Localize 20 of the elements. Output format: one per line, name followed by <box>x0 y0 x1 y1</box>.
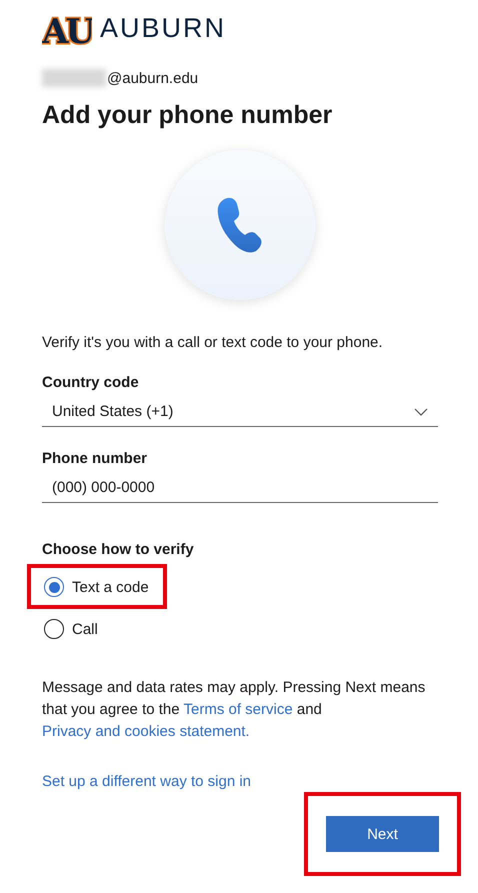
radio-option[interactable]: Call <box>44 619 163 639</box>
terms-notice: Message and data rates may apply. Pressing Next means that you agree to the Terms of service and Privacy and cookies statement. <box>42 678 426 742</box>
field-label: Choose how to verify <box>42 541 195 558</box>
phone-number-field[interactable]: (000) 000-0000 <box>42 473 438 503</box>
next-button[interactable]: Next <box>326 816 439 852</box>
alternate-sign-in-link[interactable]: Set up a different way to sign in <box>42 773 252 790</box>
logo-wordmark: AUBURN <box>100 12 226 44</box>
phone-icon <box>217 196 263 254</box>
field-label: Phone number <box>42 450 148 467</box>
field-label: Country code <box>42 374 140 391</box>
terms-link[interactable]: Terms of service <box>184 701 293 718</box>
chevron-down-icon <box>414 408 428 416</box>
terms-link[interactable]: Privacy and cookies statement. <box>42 723 250 740</box>
page-title: Add your phone number <box>42 101 334 130</box>
radio-option[interactable]: Text a code <box>44 577 163 597</box>
radio-button[interactable] <box>44 619 64 639</box>
radio-button[interactable] <box>44 577 64 597</box>
email-address: @auburn.edu <box>107 70 198 86</box>
country-code-dropdown[interactable]: United States (+1) <box>42 397 438 427</box>
description-text: Verify it's you with a call or text code to your phone. <box>42 334 384 351</box>
